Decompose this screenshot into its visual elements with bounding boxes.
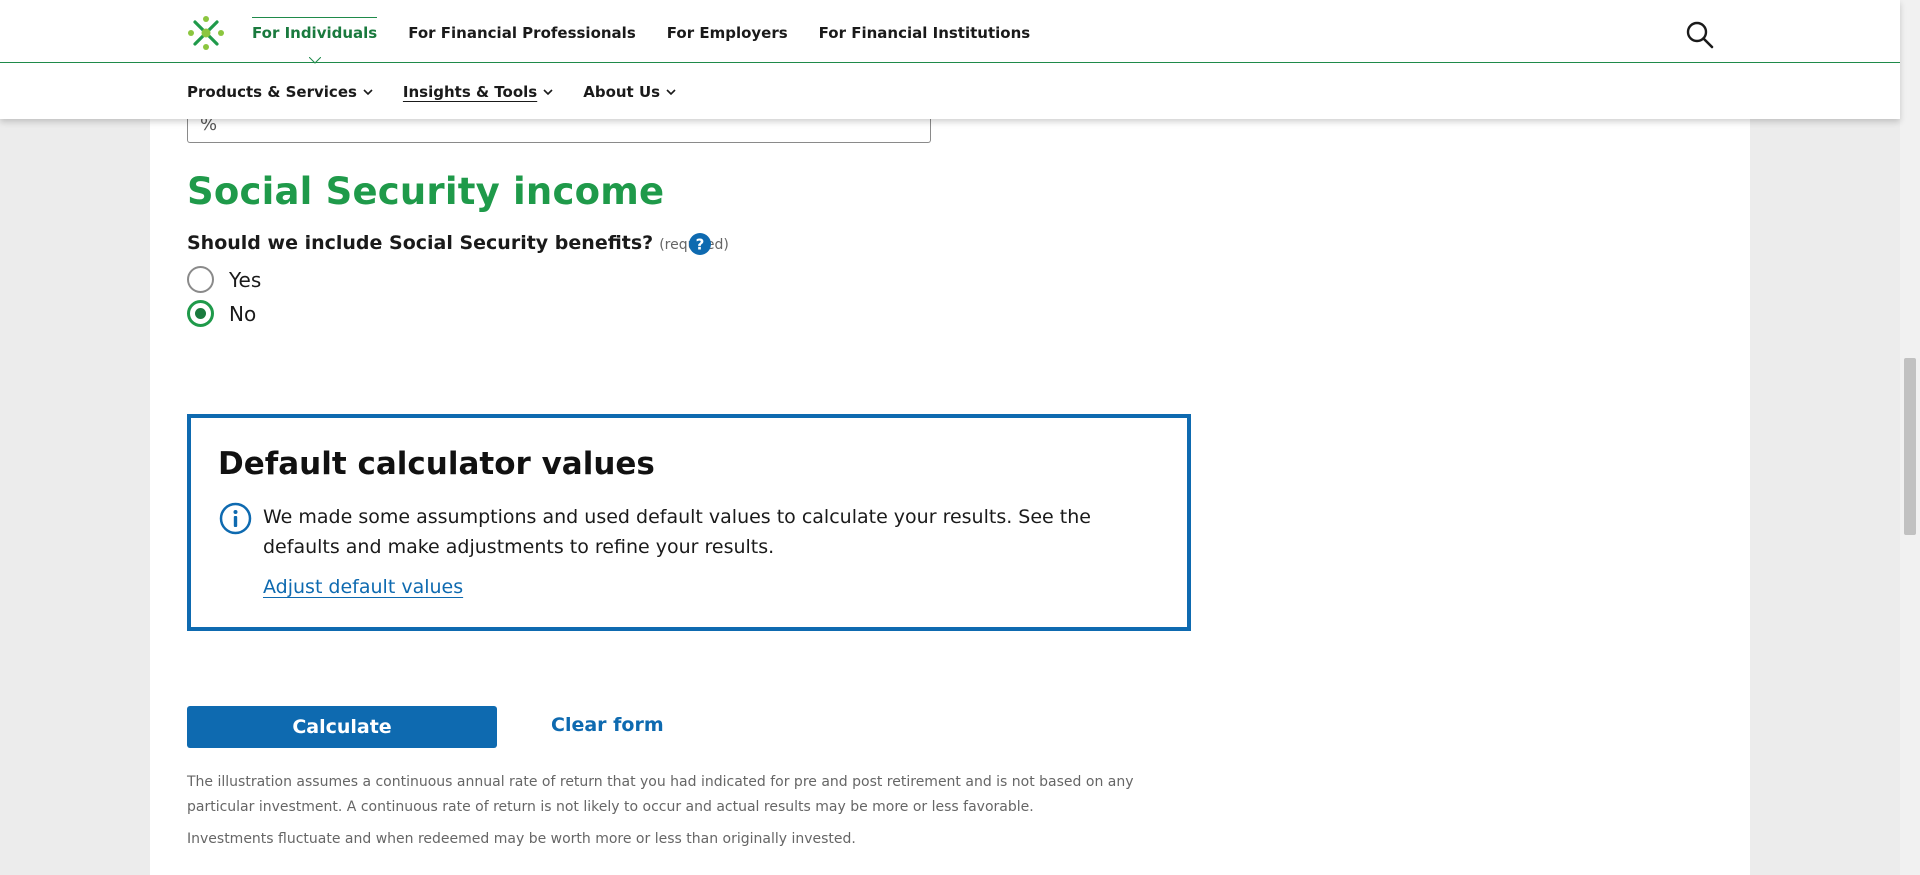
default-values-box: Default calculator values We made some a…	[187, 414, 1191, 631]
active-tab-caret-icon	[308, 57, 321, 64]
subnav-label: About Us	[583, 83, 661, 101]
calculate-button[interactable]: Calculate	[187, 706, 497, 748]
site-header: For Individuals For Financial Profession…	[0, 0, 1900, 119]
chevron-down-icon	[363, 89, 373, 96]
radio-no[interactable]	[187, 300, 214, 327]
radio-option-no[interactable]: No	[187, 300, 256, 327]
default-values-text: We made some assumptions and used defaul…	[263, 506, 1091, 558]
audience-nav: For Individuals For Financial Profession…	[252, 0, 1031, 64]
brand-logo-icon[interactable]	[186, 14, 226, 52]
top-bar: For Individuals For Financial Profession…	[0, 0, 1900, 64]
info-icon	[219, 502, 252, 535]
adjust-defaults-link[interactable]: Adjust default values	[263, 576, 463, 598]
clear-form-button[interactable]: Clear form	[551, 714, 664, 736]
chevron-down-icon	[543, 89, 553, 96]
topnav-label: For Individuals	[252, 24, 378, 42]
main-nav: Products & Services Insights & Tools Abo…	[187, 64, 676, 120]
radio-label-yes: Yes	[229, 267, 262, 292]
svg-text:?: ?	[696, 236, 705, 254]
page-scrollbar[interactable]	[1900, 0, 1920, 875]
radio-option-yes[interactable]: Yes	[187, 266, 261, 293]
topnav-for-financial-institutions[interactable]: For Financial Institutions	[819, 0, 1031, 63]
question-label: Should we include Social Security benefi…	[187, 232, 729, 254]
help-icon[interactable]: ?	[688, 232, 712, 256]
radio-label-no: No	[229, 301, 257, 326]
subnav-products-services[interactable]: Products & Services	[187, 83, 373, 101]
scrollbar-thumb[interactable]	[1904, 358, 1916, 535]
fluctuation-disclaimer: Investments fluctuate and when redeemed …	[187, 831, 856, 847]
subnav-about-us[interactable]: About Us	[583, 83, 676, 101]
chevron-down-icon	[666, 89, 676, 96]
subnav-label: Insights & Tools	[402, 83, 538, 101]
search-icon[interactable]	[1685, 20, 1715, 50]
question-text: Should we include Social Security benefi…	[187, 232, 654, 254]
return-disclaimer: The illustration assumes a continuous an…	[187, 774, 1134, 815]
default-values-title: Default calculator values	[218, 446, 655, 482]
subnav-insights-tools[interactable]: Insights & Tools	[403, 83, 553, 101]
topnav-for-individuals[interactable]: For Individuals	[252, 0, 378, 64]
topnav-for-financial-professionals[interactable]: For Financial Professionals	[408, 0, 636, 63]
section-title: Social Security income	[187, 170, 665, 213]
topnav-for-employers[interactable]: For Employers	[667, 0, 788, 63]
radio-yes[interactable]	[187, 266, 214, 293]
subnav-label: Products & Services	[187, 83, 357, 101]
